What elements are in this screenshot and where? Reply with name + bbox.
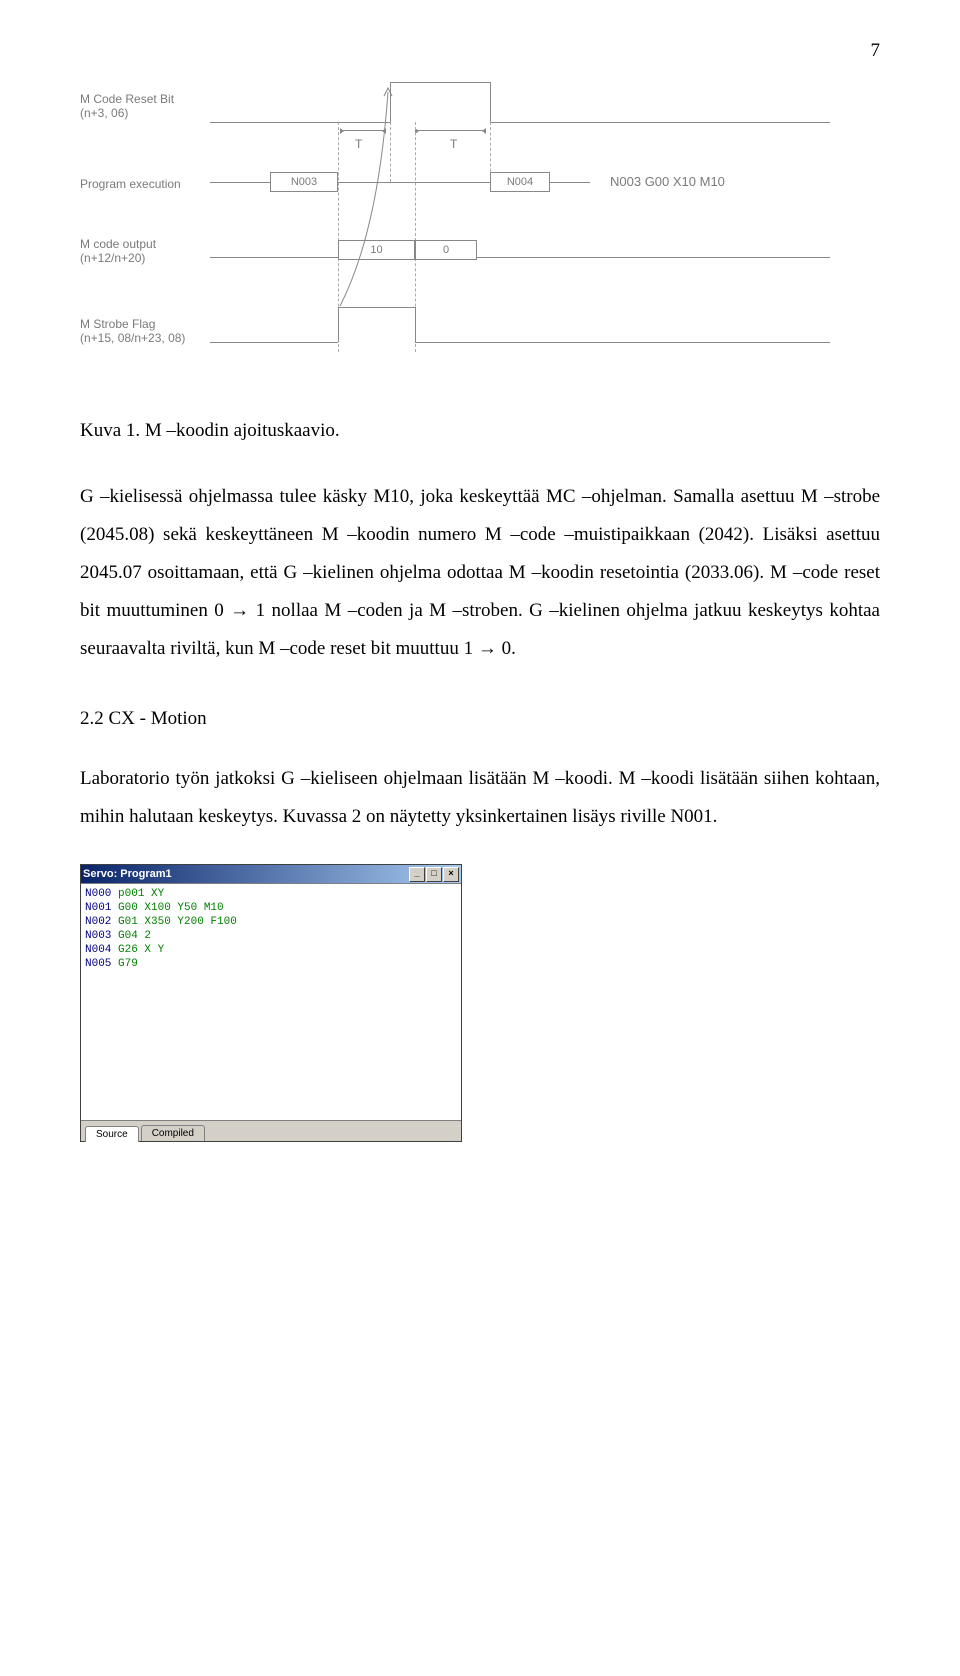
label-t2: T <box>450 137 457 151</box>
servo-title: Servo: Program1 <box>83 868 172 880</box>
code-line: N001 G00 X100 Y50 M10 <box>85 901 457 915</box>
figure-caption: Kuva 1. M –koodin ajoituskaavio. <box>80 412 880 450</box>
label-program-exec: Program execution <box>80 177 181 191</box>
label-strobe: M Strobe Flag <box>80 317 155 331</box>
page-number: 7 <box>80 40 880 62</box>
box-n004: N004 <box>490 172 550 192</box>
maximize-button[interactable]: □ <box>426 867 442 882</box>
paragraph-2: Laboratorio työn jatkoksi G –kieliseen o… <box>80 760 880 836</box>
servo-titlebar[interactable]: Servo: Program1 _ □ × <box>81 865 461 883</box>
heading-cx-motion: 2.2 CX - Motion <box>80 708 880 730</box>
timing-diagram: M Code Reset Bit (n+3, 06) T T Program e… <box>80 82 840 382</box>
servo-window: Servo: Program1 _ □ × N000 p001 XY N001 … <box>80 864 462 1142</box>
code-line: N005 G79 <box>85 957 457 971</box>
label-code-line: N003 G00 X10 M10 <box>610 174 725 189</box>
close-button[interactable]: × <box>443 867 459 882</box>
label-mcode-output-sub: (n+12/n+20) <box>80 251 145 265</box>
box-n003: N003 <box>270 172 338 192</box>
label-reset-bit: M Code Reset Bit <box>80 92 174 106</box>
servo-tabs: Source Compiled <box>81 1120 461 1141</box>
minimize-button[interactable]: _ <box>409 867 425 882</box>
paragraph-1: G –kielisessä ohjelmassa tulee käsky M10… <box>80 478 880 668</box>
code-line: N002 G01 X350 Y200 F100 <box>85 915 457 929</box>
tab-source[interactable]: Source <box>85 1126 139 1142</box>
label-mcode-output: M code output <box>80 237 156 251</box>
label-reset-bit-sub: (n+3, 06) <box>80 106 128 120</box>
box-val0: 0 <box>415 240 477 260</box>
code-line: N004 G26 X Y <box>85 943 457 957</box>
code-line: N000 p001 XY <box>85 887 457 901</box>
code-editor[interactable]: N000 p001 XY N001 G00 X100 Y50 M10 N002 … <box>81 883 461 1120</box>
code-line: N003 G04 2 <box>85 929 457 943</box>
label-strobe-sub: (n+15, 08/n+23, 08) <box>80 331 185 345</box>
tab-compiled[interactable]: Compiled <box>141 1125 205 1141</box>
